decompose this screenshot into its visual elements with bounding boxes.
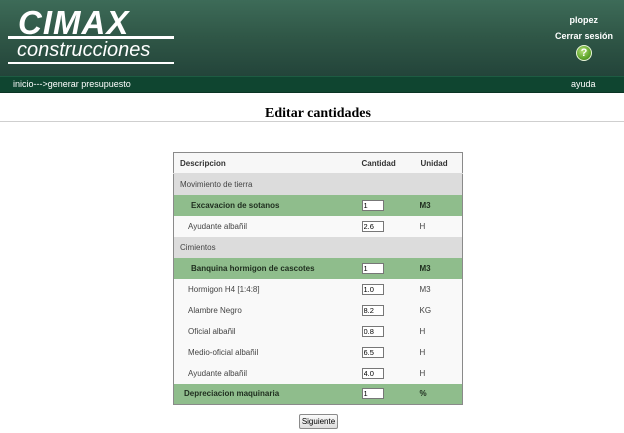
row-unit bbox=[416, 173, 463, 195]
logout-link[interactable]: Cerrar sesión bbox=[555, 31, 613, 41]
row-description: Medio-oficial albañil bbox=[173, 341, 362, 363]
site-header: CIMAX construcciones plopez Cerrar sesió… bbox=[0, 0, 624, 76]
group-row: Movimiento de tierra bbox=[173, 173, 463, 195]
row-description: Alambre Negro bbox=[173, 299, 362, 321]
row-quantity-cell bbox=[361, 215, 417, 237]
username: plopez bbox=[569, 15, 599, 25]
row-unit: M3 bbox=[416, 278, 463, 300]
row-quantity-cell bbox=[361, 173, 417, 195]
row-unit: % bbox=[416, 383, 463, 405]
row-unit bbox=[416, 236, 463, 258]
quantity-input[interactable] bbox=[361, 304, 384, 316]
row-unit: H bbox=[416, 341, 463, 363]
group-label: Movimiento de tierra bbox=[173, 173, 362, 195]
logo-tagline: construcciones bbox=[17, 39, 151, 61]
row-quantity-cell bbox=[361, 236, 417, 258]
page-title: Editar cantidades bbox=[265, 106, 371, 121]
nav-bar: inicio--->generar presupuesto ayuda bbox=[0, 76, 624, 93]
row-unit: M3 bbox=[416, 257, 463, 279]
table-row: Excavacion de sotanos M3 bbox=[173, 194, 463, 216]
table-row: Depreciacion maquinaria% bbox=[173, 383, 463, 405]
table-row: Oficial albañil H bbox=[173, 320, 463, 342]
table-row: Alambre Negro KG bbox=[173, 299, 463, 321]
row-quantity-cell bbox=[361, 320, 417, 342]
row-quantity-cell bbox=[361, 194, 417, 216]
row-description: Depreciacion maquinaria bbox=[173, 383, 362, 405]
cimax-logo[interactable]: CIMAX construcciones bbox=[8, 4, 174, 64]
row-description: Ayudante albañil bbox=[173, 215, 362, 237]
next-button[interactable]: Siguiente bbox=[299, 414, 338, 429]
row-quantity-cell bbox=[361, 362, 417, 384]
table-header-row: Descripcion Cantidad Unidad bbox=[173, 152, 463, 174]
quantity-input[interactable] bbox=[361, 388, 384, 400]
quantity-input[interactable] bbox=[361, 367, 384, 379]
row-quantity-cell bbox=[361, 278, 417, 300]
row-description: Hormigon H4 [1:4:8] bbox=[173, 278, 362, 300]
column-header-quantity: Cantidad bbox=[361, 152, 417, 174]
quantity-input[interactable] bbox=[361, 262, 384, 274]
row-quantity-cell bbox=[361, 383, 417, 405]
logo-underline bbox=[8, 62, 174, 64]
table-row: Medio-oficial albañil H bbox=[173, 341, 463, 363]
quantity-input[interactable] bbox=[361, 325, 384, 337]
table-row: Ayudante albañil H bbox=[173, 362, 463, 384]
row-unit: H bbox=[416, 215, 463, 237]
column-header-unit: Unidad bbox=[416, 152, 463, 174]
quantity-input[interactable] bbox=[361, 283, 384, 295]
row-quantity-cell bbox=[361, 299, 417, 321]
quantity-input[interactable] bbox=[361, 220, 384, 232]
breadcrumb[interactable]: inicio--->generar presupuesto bbox=[13, 79, 131, 89]
group-label: Cimientos bbox=[173, 236, 362, 258]
quantity-input[interactable] bbox=[361, 346, 384, 358]
row-unit: M3 bbox=[416, 194, 463, 216]
table-body: Movimiento de tierra Excavacion de sotano… bbox=[173, 173, 463, 405]
row-description: Banquina hormigon de cascotes bbox=[173, 257, 362, 279]
column-header-description: Descripcion bbox=[173, 152, 362, 174]
row-quantity-cell bbox=[361, 257, 417, 279]
quantities-table: Descripcion Cantidad Unidad Movimiento d… bbox=[173, 152, 463, 405]
row-unit: H bbox=[416, 362, 463, 384]
table-row: Ayudante albañil H bbox=[173, 215, 463, 237]
row-quantity-cell bbox=[361, 341, 417, 363]
table-row: Hormigon H4 [1:4:8] M3 bbox=[173, 278, 463, 300]
table-row: Banquina hormigon de cascotes M3 bbox=[173, 257, 463, 279]
title-divider bbox=[0, 121, 624, 122]
help-link[interactable]: ayuda bbox=[571, 79, 596, 89]
row-unit: H bbox=[416, 320, 463, 342]
quantity-input[interactable] bbox=[361, 199, 384, 211]
row-description: Excavacion de sotanos bbox=[173, 194, 362, 216]
group-row: Cimientos bbox=[173, 236, 463, 258]
help-icon[interactable]: ? bbox=[576, 45, 592, 61]
row-unit: KG bbox=[416, 299, 463, 321]
row-description: Oficial albañil bbox=[173, 320, 362, 342]
row-description: Ayudante albañil bbox=[173, 362, 362, 384]
